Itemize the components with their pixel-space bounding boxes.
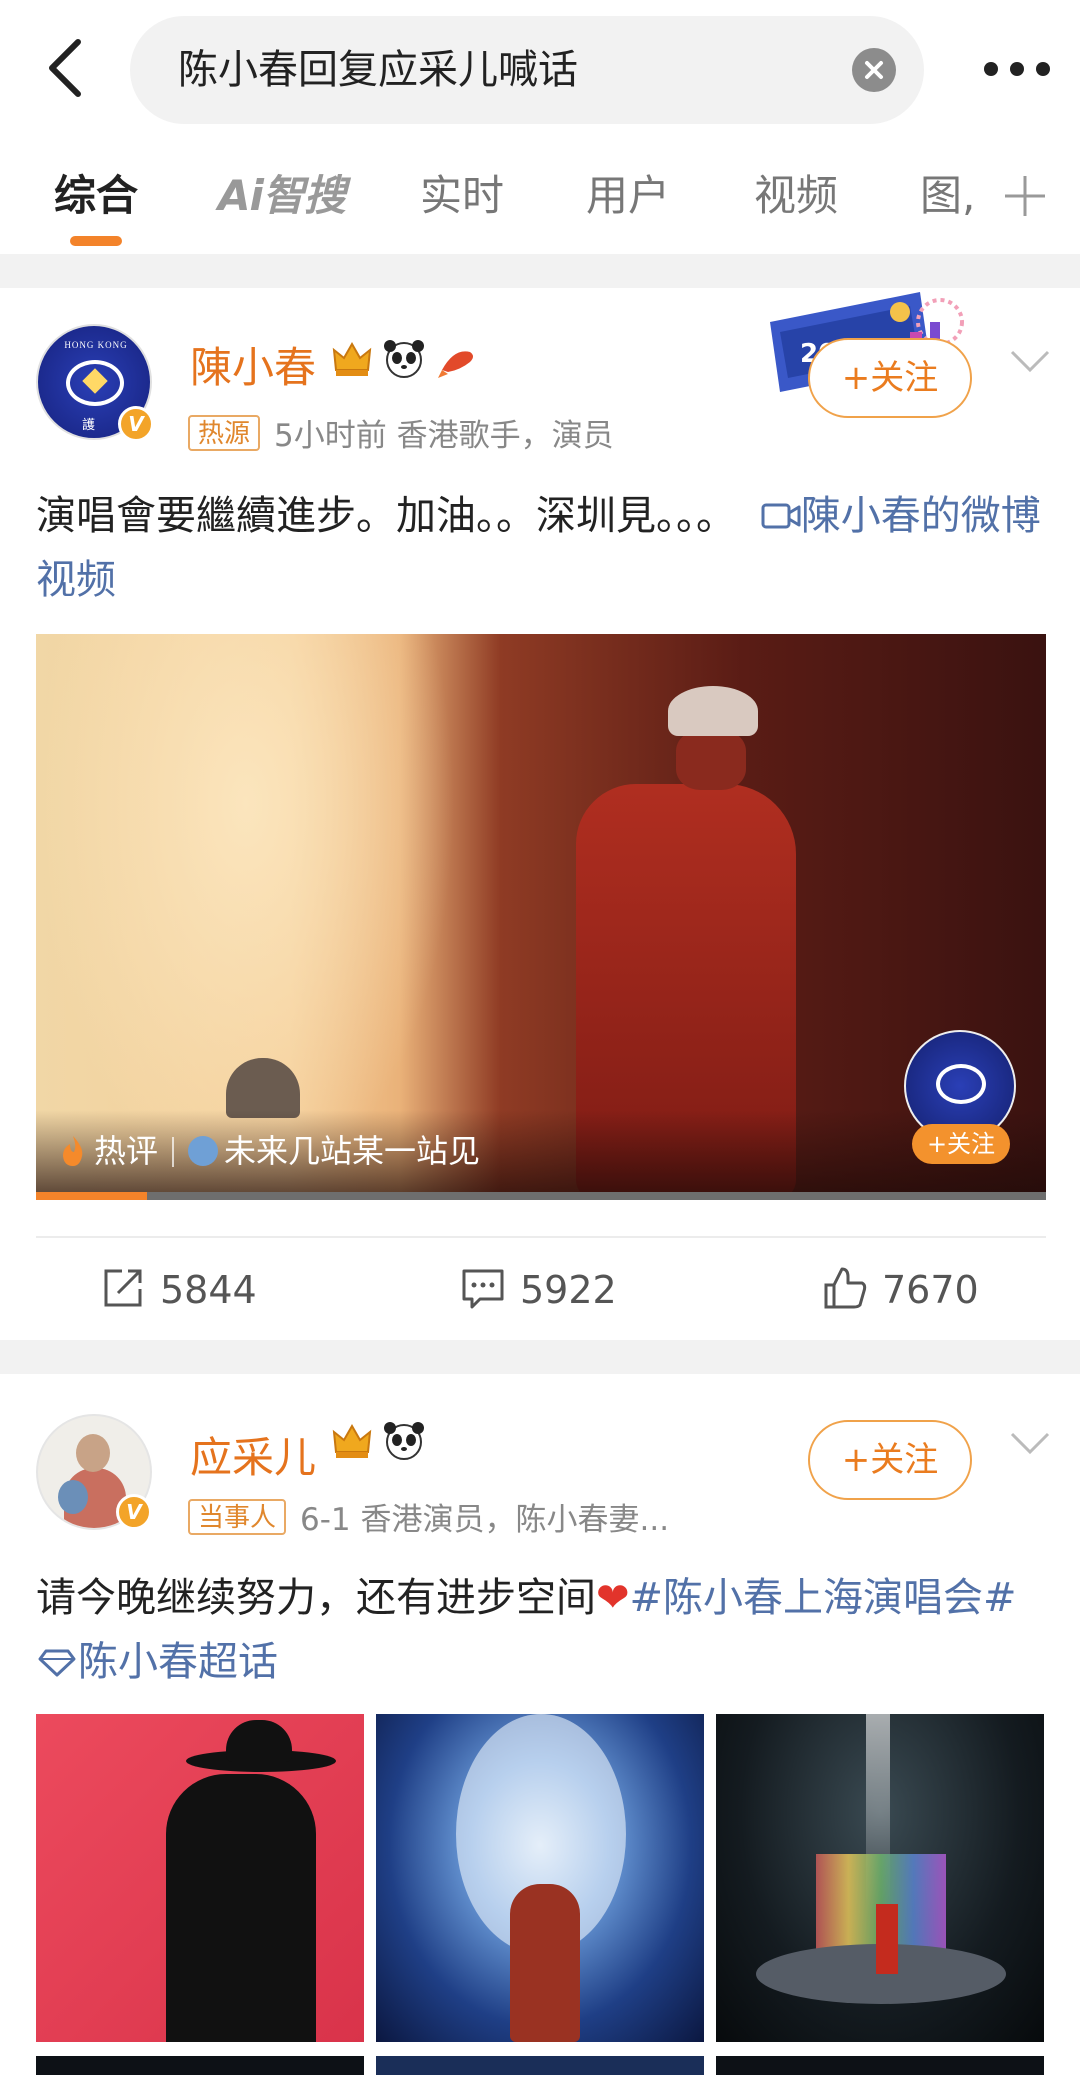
verified-badge-icon: V — [118, 406, 154, 442]
video-camera-icon — [761, 503, 801, 529]
heart-icon: ❤ — [596, 1575, 630, 1621]
tab-realtime[interactable]: 实时 — [420, 140, 504, 254]
koi-fish-icon — [438, 351, 473, 378]
post-time-and-bio: 6-1 香港演员，陈小春妻... — [300, 1502, 670, 1538]
tab-images[interactable]: 图, — [920, 140, 975, 254]
search-input[interactable]: 陈小春回复应采儿喊话 — [130, 16, 924, 124]
section-divider — [0, 1340, 1080, 1374]
supertopic-link[interactable]: 陈小春超话 — [78, 1639, 278, 1685]
comment-icon — [462, 1269, 504, 1309]
diamond-icon — [38, 1649, 76, 1677]
crown-icon — [332, 341, 372, 376]
post-image[interactable] — [716, 1714, 1044, 2042]
stage-light — [226, 1058, 300, 1118]
tab-ai-search[interactable]: Ai智搜 — [218, 140, 346, 254]
back-arrow-icon[interactable] — [36, 28, 96, 108]
hot-comment-bar[interactable]: 热评 未来几站某一站见 — [58, 1128, 480, 1174]
post-meta: 热源 5小时前 香港歌手，演员 — [188, 410, 614, 454]
follow-button[interactable]: +关注 — [808, 338, 972, 418]
post-text: 请今晚继续努力，还有进步空间 — [36, 1575, 596, 1621]
add-tab-icon[interactable] — [1000, 166, 1050, 226]
chevron-down-icon[interactable] — [1008, 346, 1052, 376]
thumbs-up-icon — [824, 1267, 867, 1309]
more-options-icon[interactable] — [978, 52, 1058, 88]
avatar[interactable]: HONG KONG 護 V — [36, 324, 154, 442]
fire-icon — [63, 1136, 83, 1166]
clear-search-icon[interactable] — [852, 48, 896, 92]
post-body: 演唱會要繼續進步。加油。。深圳見。。。 陳小春的微博视频 — [36, 484, 1046, 612]
post-image[interactable] — [716, 2056, 1044, 2075]
post-username[interactable]: 应采儿 — [190, 1424, 316, 1485]
hashtag-link[interactable]: #陈小春上海演唱会# — [630, 1575, 1017, 1621]
party-involved-tag: 当事人 — [188, 1498, 287, 1535]
post-actions: 5844 5922 7670 — [0, 1240, 1080, 1340]
post-meta: 当事人 6-1 香港演员，陈小春妻... — [188, 1494, 669, 1538]
follow-button[interactable]: +关注 — [808, 1420, 972, 1500]
video-player[interactable]: 热评 未来几站某一站见 +关注 — [36, 634, 1046, 1200]
hot-comment-label: 热评 — [94, 1132, 159, 1170]
search-query-text: 陈小春回复应采儿喊话 — [178, 47, 578, 93]
verified-badge-icon: V — [116, 1494, 152, 1530]
top-bar: 陈小春回复应采儿喊话 — [0, 0, 1080, 140]
chevron-down-icon[interactable] — [1008, 1428, 1052, 1458]
commenter-avatar — [188, 1136, 219, 1166]
section-divider — [0, 254, 1080, 288]
post-image[interactable] — [376, 2056, 704, 2075]
comment-button[interactable]: 5922 — [460, 1240, 617, 1340]
repost-button[interactable]: 5844 — [100, 1240, 257, 1340]
active-tab-indicator — [70, 236, 122, 246]
like-count: 7670 — [882, 1268, 979, 1312]
hot-source-tag: 热源 — [188, 414, 261, 451]
search-tabs: 综合 Ai智搜 实时 用户 视频 图, — [0, 140, 1080, 254]
repost-count: 5844 — [160, 1268, 257, 1312]
post-username[interactable]: 陳小春 — [190, 334, 316, 395]
video-progress-fill — [36, 1192, 148, 1200]
post-body: 请今晚继续努力，还有进步空间❤#陈小春上海演唱会# 陈小春超话 — [36, 1566, 1046, 1694]
comment-count: 5922 — [520, 1268, 617, 1312]
panda-icon — [384, 1422, 424, 1460]
video-progress-bar[interactable] — [36, 1192, 1046, 1200]
post-image[interactable] — [36, 2056, 364, 2075]
crown-icon — [332, 1423, 372, 1458]
tab-users[interactable]: 用户 — [586, 140, 670, 254]
post-time-and-bio: 5小时前 香港歌手，演员 — [274, 418, 614, 454]
post-image[interactable] — [376, 1714, 704, 2042]
tab-videos[interactable]: 视频 — [754, 140, 838, 254]
hot-comment-text: 未来几站某一站见 — [224, 1132, 481, 1170]
divider — [36, 1236, 1046, 1238]
like-button[interactable]: 7670 — [822, 1240, 979, 1340]
repost-icon — [104, 1269, 142, 1307]
post-image[interactable] — [36, 1714, 364, 2042]
panda-icon — [384, 340, 424, 378]
video-follow-button[interactable]: +关注 — [912, 1124, 1010, 1164]
post-text: 演唱會要繼續進步。加油。。深圳見。。。 — [36, 493, 736, 539]
